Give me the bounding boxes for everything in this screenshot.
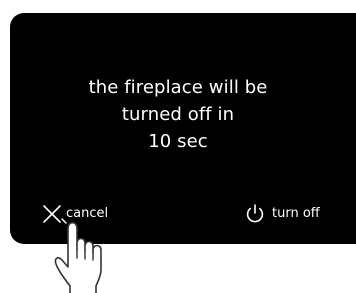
turn-off-button[interactable]: turn off	[244, 203, 320, 225]
turn-off-label: turn off	[272, 206, 320, 221]
power-icon	[246, 204, 264, 223]
tap-hand-icon	[54, 218, 102, 293]
message-line-2: turned off in	[121, 104, 235, 125]
countdown-message: the fireplace will be turned off in 10 s…	[0, 74, 356, 155]
message-line-1: the fireplace will be	[88, 77, 268, 98]
screen: the fireplace will be turned off in 10 s…	[0, 0, 356, 293]
message-line-3: 10 sec	[148, 131, 208, 152]
